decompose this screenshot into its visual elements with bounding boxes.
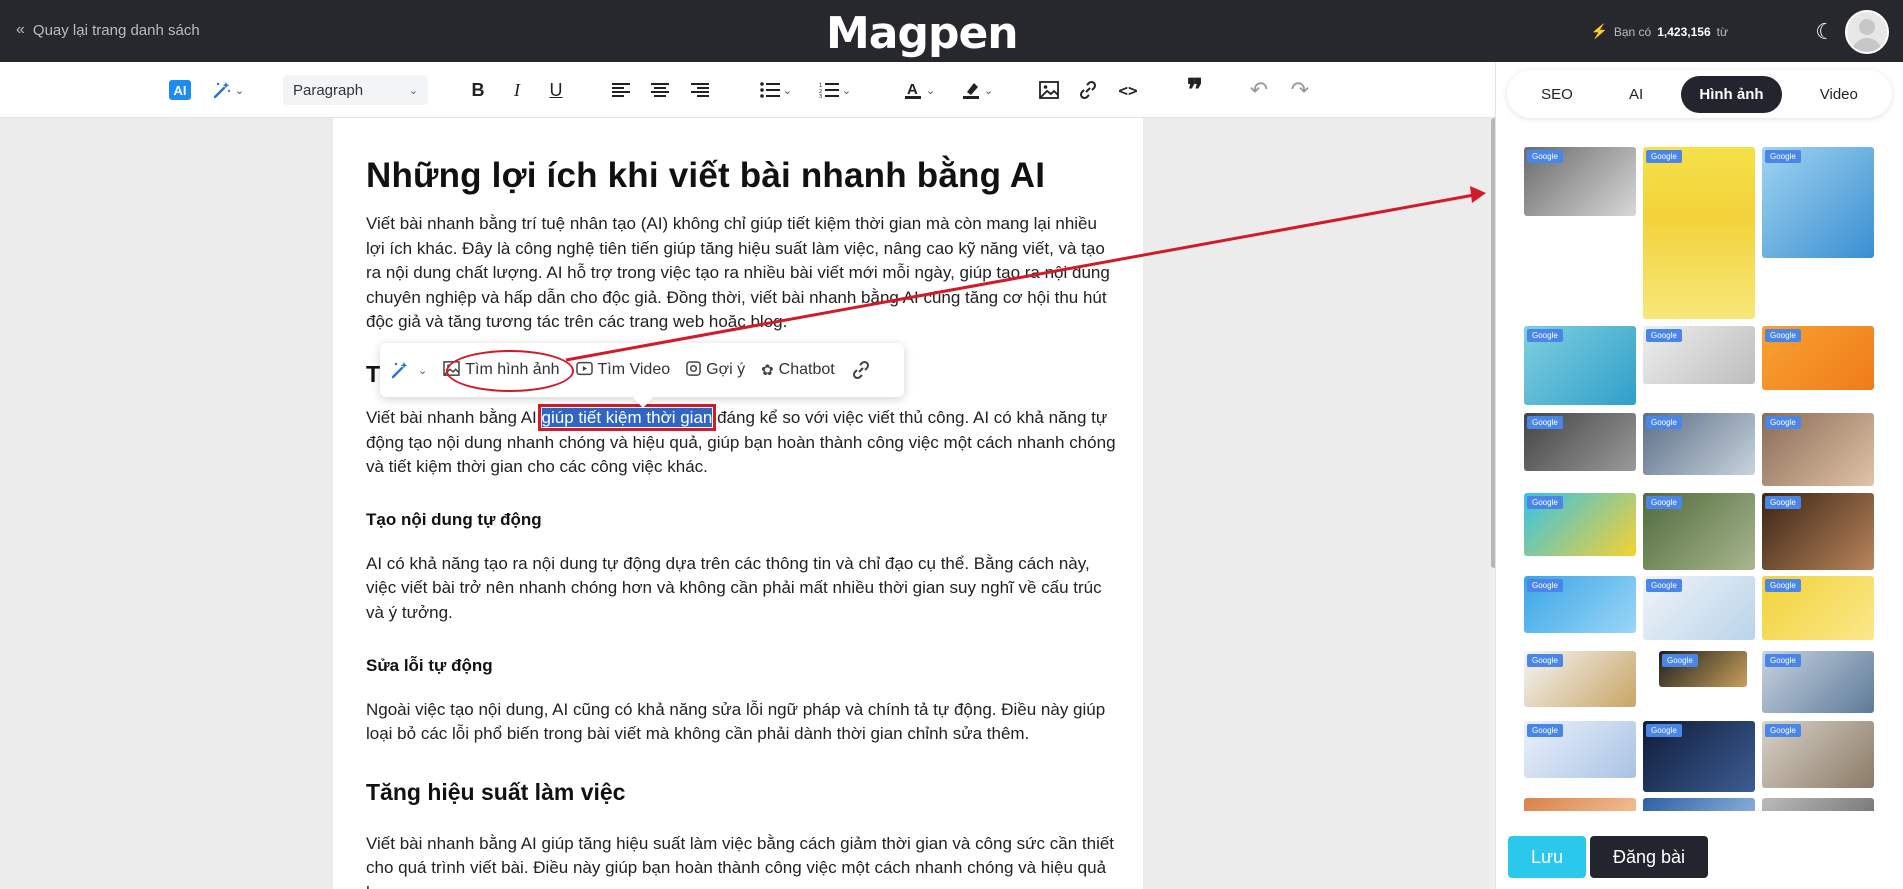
panel-tabs: SEO AI Hình ảnh Video (1507, 70, 1892, 118)
image-result[interactable] (1524, 798, 1636, 811)
image-result[interactable]: Google (1659, 651, 1747, 687)
tab-video[interactable]: Video (1802, 76, 1876, 113)
image-result[interactable]: Google (1643, 721, 1755, 792)
image-result[interactable]: Google (1762, 413, 1874, 486)
image-result[interactable]: Google (1762, 493, 1874, 570)
image-result[interactable]: Google (1524, 576, 1636, 633)
image-result[interactable]: Google (1762, 326, 1874, 390)
image-result[interactable]: Google (1762, 651, 1874, 713)
image-result[interactable]: Google (1643, 326, 1755, 384)
image-result[interactable]: Google (1643, 413, 1755, 475)
save-button[interactable]: Lưu (1508, 836, 1586, 878)
publish-button[interactable]: Đăng bài (1590, 836, 1708, 878)
image-result[interactable]: Google (1762, 576, 1874, 640)
image-results-gallery: Google Google Google Google Google Googl… (1524, 147, 1876, 811)
image-result[interactable]: Google (1524, 651, 1636, 707)
tab-images[interactable]: Hình ảnh (1681, 75, 1782, 113)
image-result[interactable] (1762, 798, 1874, 811)
tab-seo[interactable]: SEO (1523, 76, 1591, 113)
image-result[interactable]: Google (1762, 721, 1874, 788)
image-result[interactable] (1643, 798, 1755, 811)
image-result[interactable]: Google (1524, 147, 1636, 216)
image-result[interactable]: Google (1762, 147, 1874, 258)
image-result[interactable]: Google (1643, 147, 1755, 319)
image-result[interactable]: Google (1524, 721, 1636, 778)
image-result[interactable]: Google (1524, 326, 1636, 405)
image-result[interactable]: Google (1643, 493, 1755, 570)
image-result[interactable]: Google (1643, 576, 1755, 640)
image-result[interactable]: Google (1524, 413, 1636, 471)
image-result[interactable]: Google (1524, 493, 1636, 556)
tab-ai[interactable]: AI (1611, 76, 1661, 113)
